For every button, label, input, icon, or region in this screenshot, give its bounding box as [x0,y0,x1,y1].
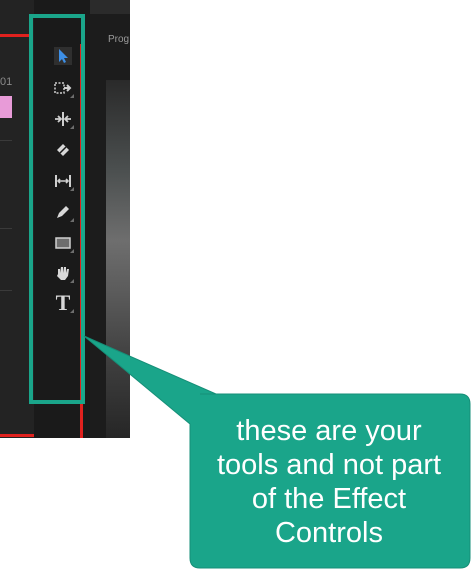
program-monitor-label: Prog [108,34,130,45]
track-divider [0,290,12,291]
video-preview [106,80,130,438]
track-divider [0,228,12,229]
tools-highlight-box [29,14,85,404]
track-divider [0,140,12,141]
timeline-clip[interactable] [0,96,12,118]
panel-header [90,0,130,14]
program-monitor-panel: Prog [90,0,130,438]
timeline-focus-border [0,34,30,37]
timeline-focus-border [0,434,34,437]
callout-text: these are your tools and not part of the… [216,415,442,549]
timecode-fragment: 01 [0,76,13,88]
